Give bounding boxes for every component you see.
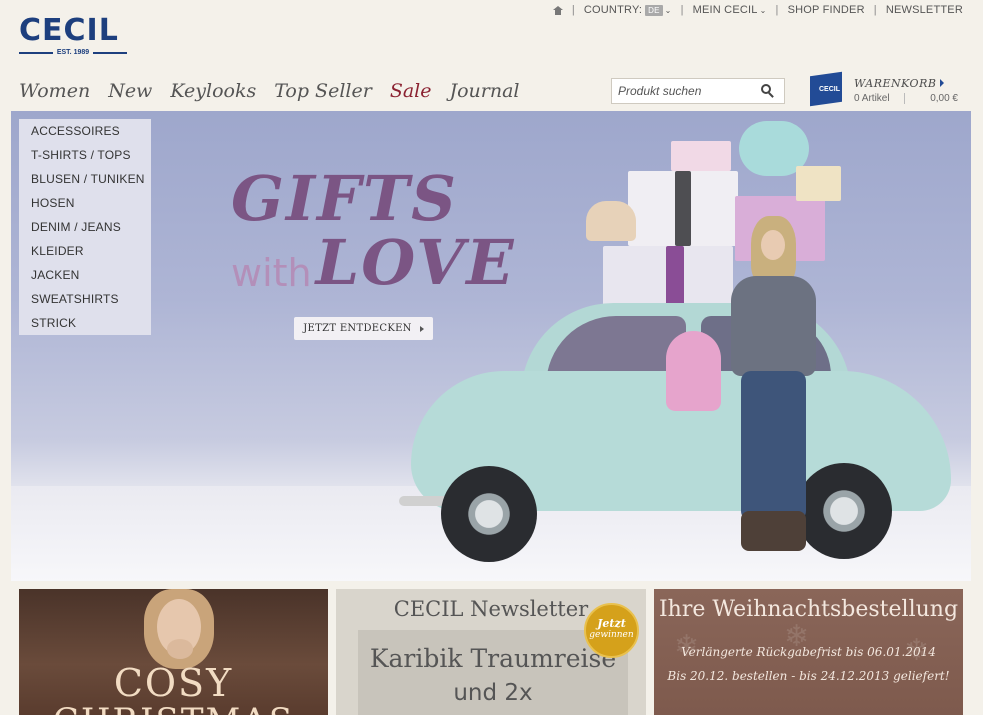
shop-finder-link[interactable]: SHOP FINDER [788,4,865,16]
nav-item-journal[interactable]: Journal [449,80,519,102]
category-item-tshirts-tops[interactable]: T-SHIRTS / TOPS [19,146,151,170]
logo-text: CECIL [19,13,119,48]
gift-box [796,166,841,201]
chevron-down-icon: ⌄ [759,5,767,15]
category-item-jacken[interactable]: JACKEN [19,266,151,290]
category-menu: ACCESSOIRES T-SHIRTS / TOPS BLUSEN / TUN… [19,119,151,335]
hero-title-with: with [231,251,312,295]
hero-banner[interactable]: GIFTS with LOVE JETZT ENTDECKEN [11,111,971,581]
search-icon[interactable] [761,84,774,98]
discover-now-button[interactable]: JETZT ENTDECKEN [294,317,433,340]
nav-item-women[interactable]: Women [19,80,90,102]
christmas-order-title: Ihre Weihnachtsbestellung [658,597,959,622]
separator: | [680,4,684,16]
christmas-order-line2: Bis 20.12. bestellen - bis 24.12.2013 ge… [667,669,950,683]
category-item-hosen[interactable]: HOSEN [19,194,151,218]
category-item-blusen-tuniken[interactable]: BLUSEN / TUNIKEN [19,170,151,194]
model-photo [726,216,816,556]
christmas-order-teaser[interactable]: ❄ ❄ ❄ Ihre Weihnachtsbestellung Verlänge… [654,589,963,715]
mein-cecil-menu[interactable]: MEIN CECIL ⌄ [693,4,767,16]
category-item-sweatshirts[interactable]: SWEATSHIRTS [19,290,151,314]
category-item-denim-jeans[interactable]: DENIM / JEANS [19,218,151,242]
gift-box [671,141,731,171]
home-link[interactable] [552,5,563,15]
christmas-order-line1: Verlängerte Rückgabefrist bis 06.01.2014 [681,645,936,659]
teaser-title-christmas: CHRISTMAS [19,701,328,715]
nav-item-top-seller[interactable]: Top Seller [274,80,372,102]
separator: | [873,4,877,16]
model-hand [167,639,193,659]
chevron-down-icon: ⌄ [664,5,672,15]
hero-title-love: LOVE [315,226,516,299]
win-now-seal: Jetzt gewinnen [584,603,639,658]
arrow-right-icon [419,325,424,332]
separator: | [571,4,575,16]
cart-divider [904,93,905,104]
cart-item-count: 0 Artikel [854,93,890,104]
category-item-strick[interactable]: STRICK [19,314,151,338]
gift-box [666,246,684,306]
hero-headline: GIFTS with LOVE [231,166,516,296]
cart-link[interactable]: WARENKORB [854,77,945,90]
country-selector[interactable]: COUNTRY: DE ⌄ [584,4,672,16]
country-label: COUNTRY: [583,4,643,16]
newsletter-teaser[interactable]: CECIL Newsletter Karibik Traumreise und … [336,589,646,715]
home-icon [552,5,563,15]
cart-total: 0,00 € [930,93,958,104]
hero-title-gifts: GIFTS [231,162,458,235]
separator: | [775,4,779,16]
car-wheel [441,466,537,562]
arrow-right-icon [940,79,945,87]
newsletter-teaser-line2: und 2x [453,680,533,706]
newsletter-teaser-line1: Karibik Traumreise [369,644,617,673]
cosy-christmas-teaser[interactable]: COSY CHRISTMAS [19,589,328,715]
mein-cecil-label: MEIN CECIL [692,4,758,16]
nav-item-keylooks[interactable]: Keylooks [170,80,256,102]
shopping-bag-icon[interactable]: CECIL [808,68,845,107]
teaser-title-cosy: COSY [113,661,234,705]
logo-est: EST. 1989 [19,49,127,56]
newsletter-link[interactable]: NEWSLETTER [886,4,963,16]
mini-cart: CECIL WARENKORB 0 Artikel 0,00 € [808,68,968,108]
cecil-logo[interactable]: CECIL EST. 1989 [19,14,127,56]
gift-box [586,201,636,241]
gift-bow [666,331,721,411]
utility-bar: | COUNTRY: DE ⌄ | MEIN CECIL ⌄ | SHOP FI… [552,4,963,16]
country-flag-badge: DE [645,4,663,16]
category-item-kleider[interactable]: KLEIDER [19,242,151,266]
search-input[interactable] [612,84,752,98]
search-box [611,78,785,104]
gift-box [675,171,691,246]
nav-item-sale[interactable]: Sale [390,80,432,102]
category-item-accessoires[interactable]: ACCESSOIRES [19,122,151,146]
main-nav: Women New Keylooks Top Seller Sale Journ… [19,80,538,102]
nav-item-new[interactable]: New [108,80,152,102]
